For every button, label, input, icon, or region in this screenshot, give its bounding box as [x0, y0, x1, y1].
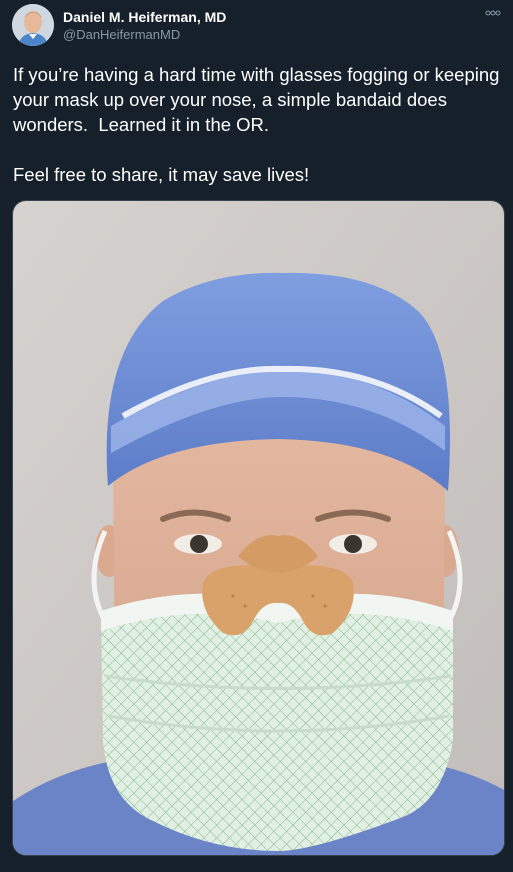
tweet: Daniel M. Heiferman, MD @DanHeifermanMD … [0, 0, 513, 872]
author-display-name[interactable]: Daniel M. Heiferman, MD [63, 9, 226, 25]
tweet-text: If you’re having a hard time with glasse… [13, 64, 500, 185]
avatar[interactable] [12, 4, 54, 46]
author-handle[interactable]: @DanHeifermanMD [63, 27, 180, 42]
avatar-photo-icon [12, 4, 54, 46]
more-options-icon[interactable] [483, 6, 503, 20]
surgeon-selfie-image [13, 201, 504, 855]
tweet-photo[interactable] [12, 200, 505, 856]
